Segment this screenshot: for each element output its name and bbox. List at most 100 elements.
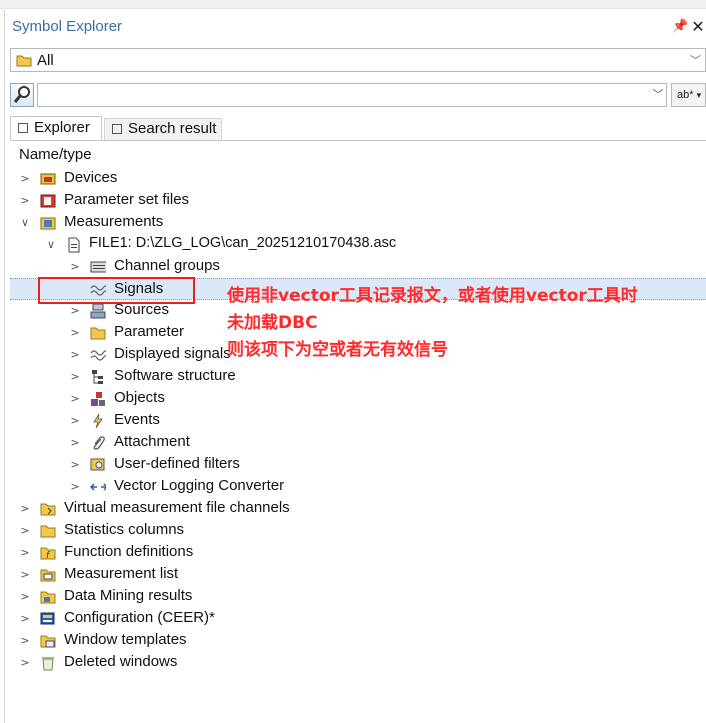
- symbol-explorer-window: Symbol Explorer 📌 ✕ All ﹀ ﹀ ab* ▾ Explor…: [0, 0, 706, 723]
- parameter-set-icon: [40, 194, 56, 208]
- top-strip: [0, 0, 706, 9]
- paperclip-icon: [93, 436, 105, 450]
- tree-item-virtual-measurement-file-channels[interactable]: > Virtual measurement file channels: [10, 498, 706, 520]
- chevron-right-icon[interactable]: >: [68, 456, 82, 474]
- tree-item-label: Parameter set files: [64, 191, 190, 208]
- folder-icon: [90, 327, 106, 340]
- pin-icon[interactable]: 📌: [672, 19, 688, 35]
- tree-item-objects[interactable]: > Objects: [10, 388, 706, 410]
- tree-item-window-templates[interactable]: > Window templates: [10, 630, 706, 652]
- tab-explorer[interactable]: Explorer: [10, 116, 102, 140]
- tree-item-vector-logging-converter[interactable]: > Vector Logging Converter: [10, 476, 706, 498]
- tree-item-events[interactable]: > Events: [10, 410, 706, 432]
- list-folder-icon: [40, 569, 56, 582]
- chevron-right-icon[interactable]: >: [68, 324, 82, 342]
- tree-item-attachment[interactable]: > Attachment: [10, 432, 706, 454]
- chevron-right-icon[interactable]: >: [18, 500, 32, 518]
- tree-item-measurements[interactable]: ∨ Measurements: [10, 212, 706, 234]
- annotation-line-2: 未加载DBC: [227, 313, 318, 333]
- panel-title: Symbol Explorer: [12, 18, 123, 35]
- chevron-right-icon[interactable]: >: [68, 346, 82, 364]
- tree-item-label: Displayed signals: [114, 345, 231, 362]
- chevron-right-icon[interactable]: >: [18, 170, 32, 188]
- tree-item-label: Virtual measurement file channels: [64, 499, 290, 516]
- chevron-down-icon[interactable]: ∨: [44, 236, 58, 254]
- tree-item-label: Statistics columns: [64, 521, 185, 538]
- chevron-right-icon[interactable]: >: [68, 258, 82, 276]
- sources-icon: [90, 303, 106, 319]
- chevron-down-icon: ﹀: [690, 54, 701, 67]
- tree-item-parameter-set-files[interactable]: > Parameter set files: [10, 190, 706, 212]
- annotation-line-1: 使用非vector工具记录报文，或者使用vector工具时: [227, 286, 638, 306]
- signal-wave-icon: [90, 350, 106, 361]
- tree-item-label: Channel groups: [114, 257, 220, 274]
- tree-item-user-defined-filters[interactable]: > User-defined filters: [10, 454, 706, 476]
- tree-item-label: Software structure: [114, 367, 236, 384]
- tree-item-devices[interactable]: > Devices: [10, 168, 706, 190]
- search-history-chevron-icon[interactable]: ﹀: [651, 85, 665, 105]
- tree-item-label: Window templates: [64, 631, 187, 648]
- tree-item-deleted-windows[interactable]: > Deleted windows: [10, 652, 706, 674]
- chevron-right-icon[interactable]: >: [18, 566, 32, 584]
- chevron-right-icon[interactable]: >: [68, 434, 82, 452]
- chevron-right-icon[interactable]: >: [68, 478, 82, 496]
- search-input[interactable]: [37, 83, 667, 107]
- search-mode-button[interactable]: ab* ▾: [671, 83, 706, 107]
- chevron-down-icon[interactable]: ∨: [18, 214, 32, 232]
- tab-search-result-label: Search result: [128, 120, 217, 137]
- chevron-right-icon[interactable]: >: [18, 522, 32, 540]
- tree-item-function-definitions[interactable]: > f Function definitions: [10, 542, 706, 564]
- tree-item-file1[interactable]: ∨ FILE1: D:\ZLG_LOG\can_20251210170438.a…: [10, 234, 706, 256]
- chevron-right-icon[interactable]: >: [18, 654, 32, 672]
- close-icon[interactable]: ✕: [690, 18, 706, 36]
- annotation-line-3: 则该项下为空或者无有效信号: [227, 340, 448, 360]
- tree-item-data-mining-results[interactable]: > Data Mining results: [10, 586, 706, 608]
- tree-item-label: Measurements: [64, 213, 164, 230]
- chevron-right-icon[interactable]: >: [68, 412, 82, 430]
- chevron-right-icon[interactable]: >: [68, 302, 82, 320]
- filter-dropdown[interactable]: All ﹀: [10, 48, 706, 72]
- tree-item-measurement-list[interactable]: > Measurement list: [10, 564, 706, 586]
- chevron-right-icon[interactable]: >: [18, 544, 32, 562]
- search-row: ﹀ ab* ▾: [10, 82, 706, 108]
- search-icon: [13, 86, 30, 103]
- tree-item-label: FILE1: D:\ZLG_LOG\can_20251210170438.asc: [89, 235, 397, 251]
- filter-icon: [90, 458, 105, 471]
- search-mode-label: ab*: [677, 89, 694, 101]
- data-mining-icon: [40, 591, 56, 604]
- tree-column-header[interactable]: Name/type: [19, 146, 92, 163]
- tree-item-channel-groups[interactable]: > Channel groups: [10, 256, 706, 278]
- measurements-icon: [40, 217, 56, 230]
- file-icon: [68, 237, 80, 253]
- chevron-right-icon[interactable]: >: [18, 588, 32, 606]
- chevron-right-icon[interactable]: >: [68, 368, 82, 386]
- highlight-box: [38, 277, 195, 304]
- explorer-tab-icon: [18, 123, 28, 133]
- objects-icon: [91, 392, 105, 406]
- tree-item-label: Attachment: [114, 433, 190, 450]
- function-folder-icon: f: [40, 547, 56, 561]
- folder-icon: [40, 525, 56, 538]
- tree-item-label: Events: [114, 411, 160, 428]
- folder-icon: [16, 55, 32, 67]
- chevron-right-icon[interactable]: >: [18, 192, 32, 210]
- chevron-right-icon[interactable]: >: [18, 610, 32, 628]
- hierarchy-icon: [92, 370, 103, 384]
- chevron-right-icon[interactable]: >: [18, 632, 32, 650]
- tree-item-label: Measurement list: [64, 565, 179, 582]
- chevron-right-icon[interactable]: >: [68, 390, 82, 408]
- tree-item-label: Function definitions: [64, 543, 194, 560]
- tab-search-result[interactable]: Search result: [104, 118, 222, 140]
- tree-item-label: User-defined filters: [114, 455, 240, 472]
- converter-icon: [90, 483, 106, 491]
- tree-item-statistics-columns[interactable]: > Statistics columns: [10, 520, 706, 542]
- search-button[interactable]: [10, 83, 34, 107]
- tree-item-software-structure[interactable]: > Software structure: [10, 366, 706, 388]
- chevron-down-icon: ▾: [696, 90, 702, 100]
- tree-item-label: Vector Logging Converter: [114, 477, 285, 494]
- tree-item-configuration-ceer[interactable]: > Configuration (CEER)*: [10, 608, 706, 630]
- tab-bar: Explorer Search result: [10, 114, 706, 141]
- configuration-icon: [40, 612, 55, 625]
- tree-item-label: Data Mining results: [64, 587, 193, 604]
- filter-selected-value: All: [37, 52, 54, 69]
